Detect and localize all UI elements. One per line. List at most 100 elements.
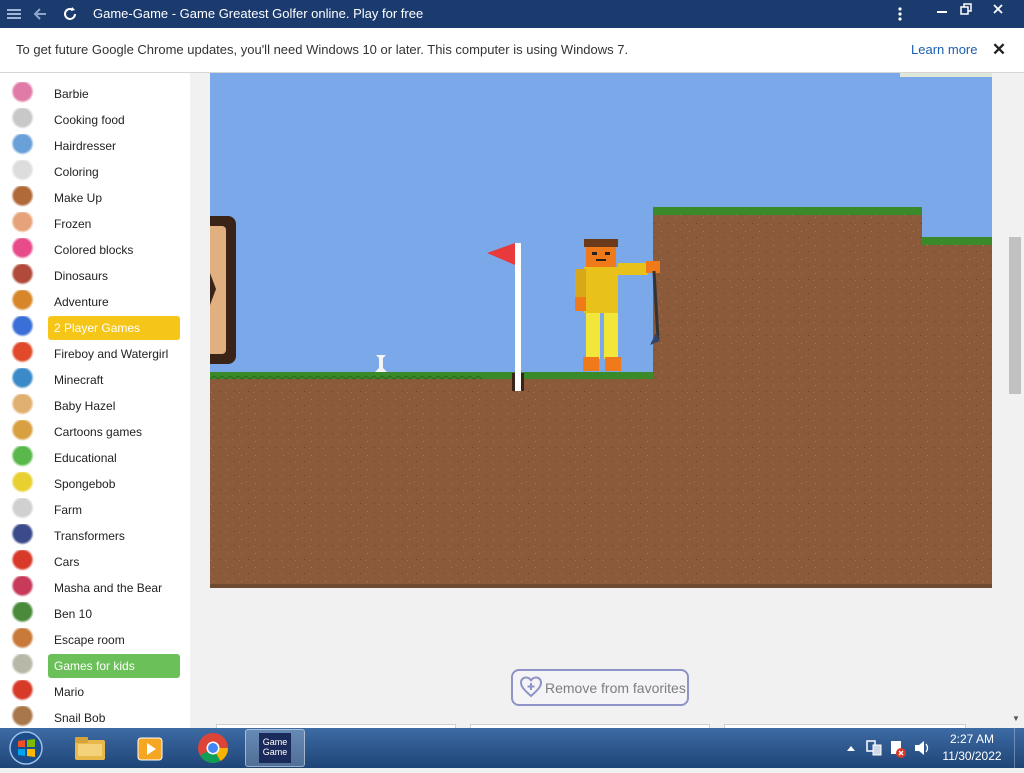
sidebar-item[interactable]: Educational — [0, 445, 190, 471]
windows-start-icon[interactable] — [6, 728, 46, 768]
kids-icon — [10, 654, 35, 678]
restore-icon — [960, 3, 972, 15]
sidebar-item[interactable]: Cars — [0, 549, 190, 575]
sidebar-item[interactable]: Minecraft — [0, 367, 190, 393]
sidebar-item[interactable]: Cooking food — [0, 107, 190, 133]
terrain-bottom-edge — [210, 584, 992, 588]
media-player-icon[interactable] — [134, 728, 168, 768]
sidebar-item[interactable]: Transformers — [0, 523, 190, 549]
grass-low — [210, 372, 653, 379]
kebab-menu-icon[interactable] — [890, 0, 910, 28]
scroll-down-icon[interactable]: ▼ — [1008, 712, 1024, 726]
sidebar-item[interactable]: Games for kids — [0, 653, 190, 679]
sidebar-item-label: Ben 10 — [54, 607, 93, 621]
learn-more-link[interactable]: Learn more — [911, 28, 977, 72]
sidebar-item-label: Colored blocks — [54, 243, 134, 257]
coloring-icon — [10, 160, 35, 184]
sidebar-item-label: Escape room — [54, 633, 125, 647]
adventure-icon — [10, 290, 35, 314]
dinosaur-icon — [10, 264, 35, 288]
sidebar-item[interactable]: Snail Bob — [0, 705, 190, 728]
sidebar-item-label: Coloring — [54, 165, 99, 179]
reload-icon[interactable] — [58, 0, 82, 28]
sidebar-item[interactable]: Make Up — [0, 185, 190, 211]
sidebar-item[interactable]: Cartoons games — [0, 419, 190, 445]
makeup-icon — [10, 186, 35, 210]
sidebar-item[interactable]: Ben 10 — [0, 601, 190, 627]
clock-time[interactable]: 2:27 AM — [940, 732, 1004, 746]
sidebar-item-label: Spongebob — [54, 477, 116, 491]
sidebar-item[interactable]: 2 Player Games — [0, 315, 190, 341]
sidebar-item-label: Adventure — [54, 295, 109, 309]
scissors-icon — [10, 134, 35, 158]
transformers-icon — [10, 524, 35, 548]
show-desktop-button[interactable] — [1014, 728, 1024, 768]
infobar-close-icon[interactable]: ✕ — [990, 40, 1008, 60]
sidebar-item-label: Dinosaurs — [54, 269, 109, 283]
farm-sheep-icon — [10, 498, 35, 522]
minimize-icon — [937, 11, 947, 13]
flag-pole — [515, 243, 521, 391]
svg-text:Game: Game — [263, 737, 288, 747]
app-menu-icon[interactable] — [4, 0, 24, 28]
sidebar-item[interactable]: Dinosaurs — [0, 263, 190, 289]
sidebar-item-label: Baby Hazel — [54, 399, 116, 413]
frozen-icon — [10, 212, 35, 236]
page-title: Game-Game - Game Greatest Golfer online.… — [93, 6, 424, 21]
ben10-icon — [10, 602, 35, 626]
scrollbar-thumb[interactable] — [1009, 237, 1021, 394]
page-scrollbar[interactable] — [1008, 73, 1024, 728]
game-canvas[interactable] — [210, 73, 992, 588]
sidebar-item[interactable]: Frozen — [0, 211, 190, 237]
fireboy-watergirl-icon — [10, 342, 35, 366]
windows-taskbar: Game Game — [0, 728, 1024, 768]
sidebar-item-label: Make Up — [54, 191, 103, 205]
restore-button[interactable] — [952, 0, 980, 18]
sidebar-item[interactable]: Hairdresser — [0, 133, 190, 159]
sidebar-item-label: 2 Player Games — [54, 321, 141, 335]
back-arrow-icon[interactable] — [28, 0, 52, 28]
action-center-icon[interactable] — [888, 728, 908, 768]
sidebar-item-label: Frozen — [54, 217, 92, 231]
sidebar-item[interactable]: Baby Hazel — [0, 393, 190, 419]
category-sidebar: Barbie Cooking food Hairdresser Coloring Mak… — [0, 73, 190, 728]
sidebar-item-label: Hairdresser — [54, 139, 117, 153]
sidebar-item-label: Masha and the Bear — [54, 581, 163, 595]
chrome-update-infobar: To get future Google Chrome updates, you… — [0, 28, 1024, 73]
close-window-button[interactable] — [984, 0, 1012, 18]
sidebar-item-label: Snail Bob — [54, 711, 106, 725]
sidebar-item[interactable]: Fireboy and Watergirl — [0, 341, 190, 367]
sidebar-item[interactable]: Mario — [0, 679, 190, 705]
remove-from-favorites-button[interactable]: Remove from favorites — [511, 669, 689, 706]
clock-date[interactable]: 11/30/2022 — [940, 749, 1004, 763]
network-icon[interactable] — [864, 728, 884, 768]
chef-icon — [10, 108, 35, 132]
cars-icon — [10, 550, 35, 574]
baby-hazel-icon — [10, 394, 35, 418]
chrome-icon[interactable] — [195, 728, 231, 768]
sidebar-item[interactable]: Farm — [0, 497, 190, 523]
barbie-icon — [10, 82, 35, 106]
favorites-label: Remove from favorites — [545, 680, 686, 696]
grass-cliff — [653, 207, 922, 215]
close-icon — [993, 4, 1003, 14]
game-game-taskbar-item[interactable]: Game Game — [245, 729, 305, 767]
sidebar-item-label: Cars — [54, 555, 80, 569]
sidebar-item[interactable]: Barbie — [0, 81, 190, 107]
sidebar-item-label: Cartoons games — [54, 425, 143, 439]
sidebar-item-label: Farm — [54, 503, 82, 517]
sidebar-item[interactable]: Adventure — [0, 289, 190, 315]
tray-up-arrow-icon[interactable] — [844, 728, 858, 768]
sidebar-item[interactable]: Coloring — [0, 159, 190, 185]
sidebar-item-label: Minecraft — [54, 373, 104, 387]
game-game-icon: Game Game — [259, 733, 291, 763]
sidebar-item[interactable]: Escape room — [0, 627, 190, 653]
sidebar-item[interactable]: Spongebob — [0, 471, 190, 497]
file-explorer-icon[interactable] — [72, 728, 108, 768]
sidebar-item[interactable]: Masha and the Bear — [0, 575, 190, 601]
volume-icon[interactable] — [912, 728, 932, 768]
colored-blocks-icon — [10, 238, 35, 262]
sidebar-item[interactable]: Colored blocks — [0, 237, 190, 263]
mario-icon — [10, 680, 35, 704]
two-player-icon — [10, 316, 35, 340]
